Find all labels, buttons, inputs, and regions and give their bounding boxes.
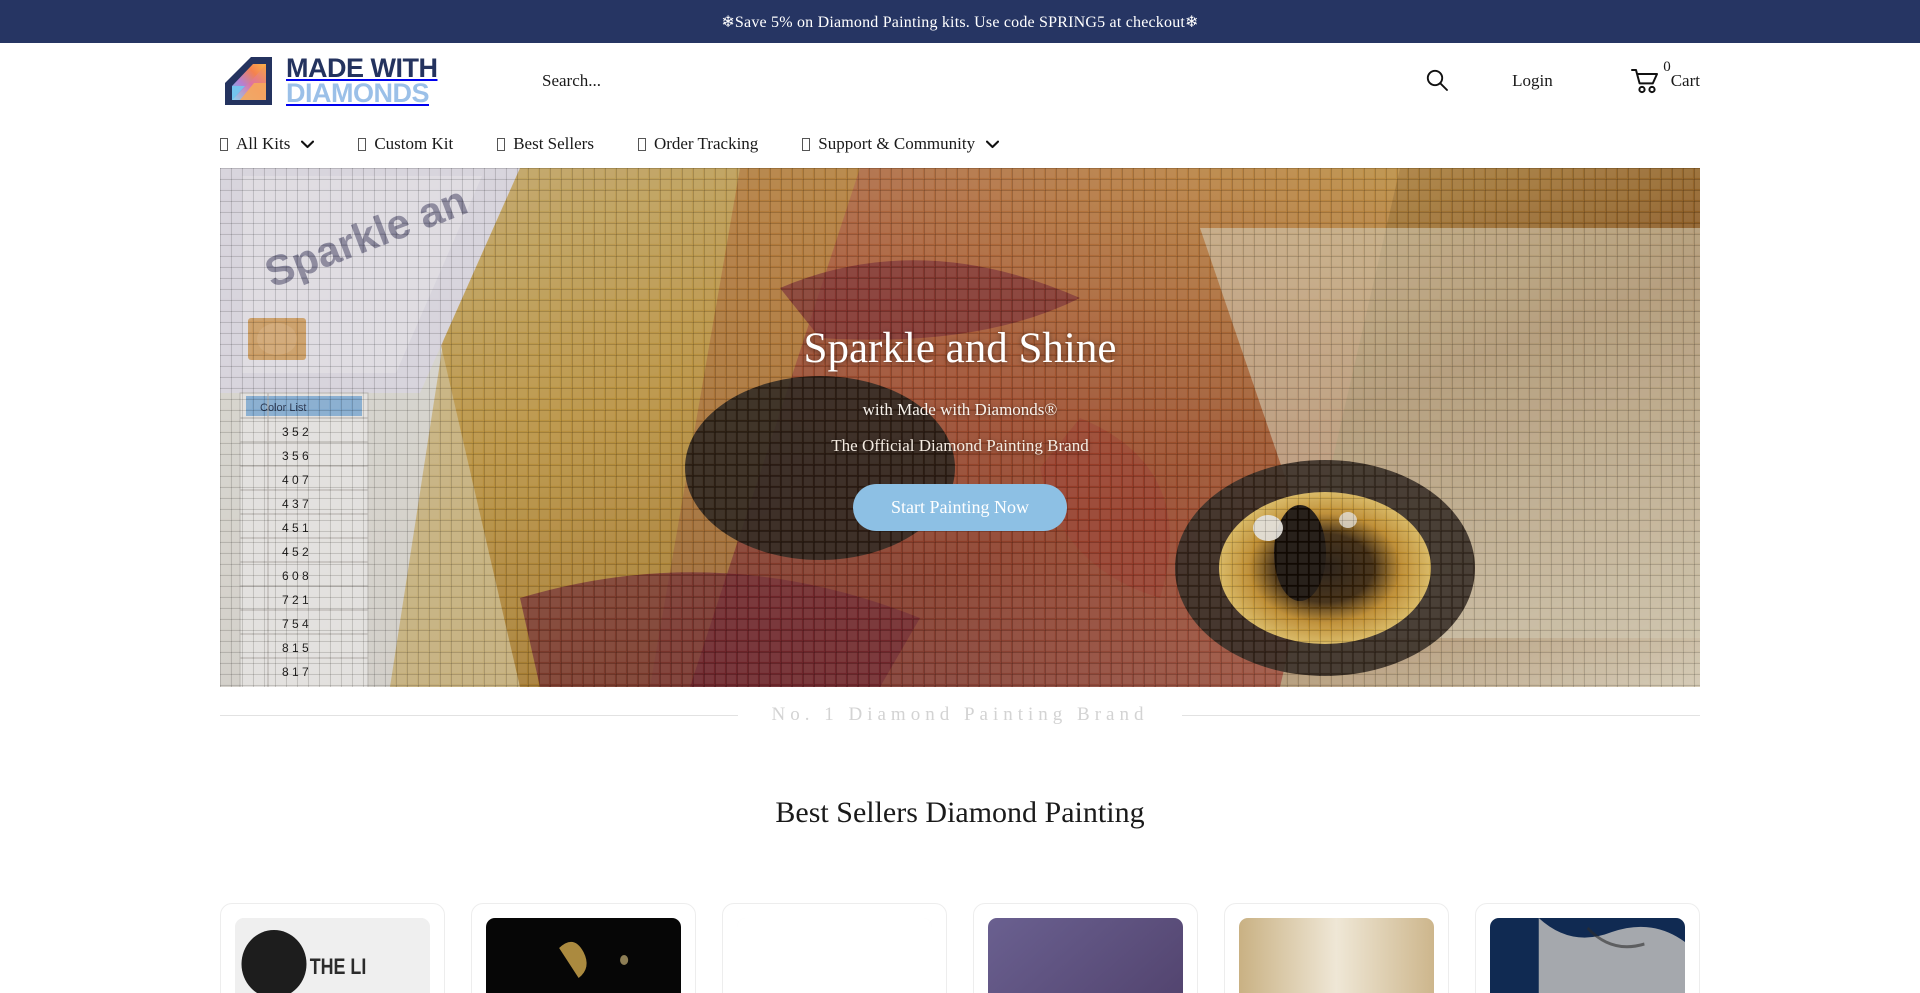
product-card[interactable] [722,903,947,993]
nav-glyph-icon [802,138,811,151]
hero-title: Sparkle and Shine [803,325,1117,372]
nav-item-support-community[interactable]: Support & Community [802,133,1000,154]
cart-button[interactable]: 0 Cart [1630,59,1700,94]
brand-divider-text: No. 1 Diamond Painting Brand [771,704,1149,725]
search-icon [1424,67,1450,96]
chevron-down-icon [301,134,315,154]
product-thumbnail [486,918,681,993]
search-button[interactable] [1424,67,1450,96]
divider-line-left [220,714,738,716]
nav-item-all-kits[interactable]: All Kits [220,133,315,154]
logo-text-line2: DIAMONDS [286,78,430,108]
nav-item-custom-kit[interactable]: Custom Kit [358,134,453,154]
site-logo[interactable]: MADE WITH DIAMONDS [220,53,456,110]
main-navigation: All Kits Custom Kit Best Sellers Order T… [0,119,1920,168]
divider-line-right [1182,714,1701,716]
product-card[interactable] [1224,903,1449,993]
nav-label: All Kits [236,133,291,153]
product-card[interactable] [471,903,696,993]
login-link[interactable]: Login [1512,71,1553,91]
cart-label: Cart [1670,71,1700,90]
announcement-text: ❄Save 5% on Diamond Painting kits. Use c… [721,13,1199,31]
hero-subtitle-primary: with Made with Diamonds® [862,400,1058,419]
product-thumbnail [1239,918,1434,993]
product-card[interactable]: THE LI [220,903,445,993]
nav-glyph-icon [358,138,367,151]
svg-text:THE LI: THE LI [310,955,367,979]
product-thumbnail [1490,918,1685,993]
nav-label: Order Tracking [653,133,759,153]
nav-glyph-icon [220,138,228,151]
best-sellers-heading: Best Sellers Diamond Painting [775,796,1145,829]
hero-subtitle-secondary: The Official Diamond Painting Brand [831,436,1089,455]
site-header: MADE WITH DIAMONDS Login 0 [0,43,1920,119]
header-actions: Login 0 Cart [1424,59,1700,96]
search-input[interactable] [542,71,1062,91]
search-container [456,71,1424,91]
nav-item-order-tracking[interactable]: Order Tracking [637,133,759,154]
nav-label: Best Sellers [513,133,594,153]
chevron-down-icon [986,134,1000,154]
product-card[interactable] [1475,903,1700,993]
product-thumbnail: THE LI [235,918,430,993]
cart-count-badge: 0 [1663,59,1671,75]
hero-section: Sparkle an Color List 3 5 23 5 6 4 0 74 … [0,168,1920,687]
nav-label: Support & Community [818,133,976,153]
product-thumbnail [737,918,932,993]
nav-item-best-sellers[interactable]: Best Sellers [497,134,594,154]
announcement-bar: ❄Save 5% on Diamond Painting kits. Use c… [0,0,1920,43]
diamond-gem-logo-icon [220,53,277,110]
product-thumbnail [988,918,1183,993]
best-sellers-card-grid: THE LI [0,903,1920,993]
hero-banner[interactable]: Sparkle an Color List 3 5 23 5 6 4 0 74 … [220,168,1700,687]
hero-content: Sparkle and Shine with Made with Diamond… [220,168,1700,687]
brand-divider: No. 1 Diamond Painting Brand [0,687,1920,743]
product-card[interactable] [973,903,1198,993]
nav-label: Custom Kit [374,133,454,153]
nav-glyph-icon [637,138,646,151]
nav-glyph-icon [497,138,506,151]
start-painting-now-button[interactable]: Start Painting Now [853,484,1067,531]
shopping-cart-icon: 0 [1630,59,1671,94]
